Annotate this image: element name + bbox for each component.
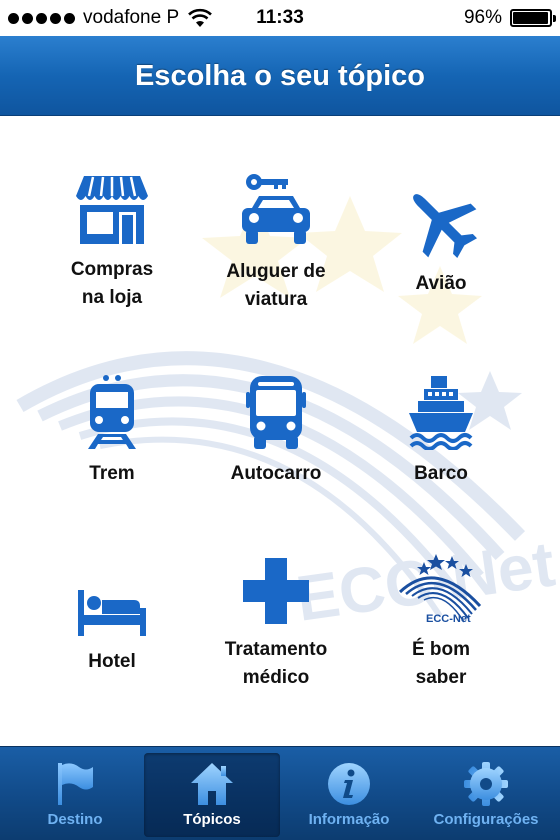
airplane-icon (413, 194, 477, 259)
topic-aluguer[interactable]: Aluguer de viatura (191, 172, 361, 314)
topic-label-bom-saber: É bom saber (411, 639, 471, 688)
tab-topicos[interactable]: Tópicos (144, 753, 280, 837)
shop-icon (76, 176, 148, 244)
topic-aviao[interactable]: Avião (356, 184, 526, 298)
topic-label-aviao: Avião (415, 273, 467, 294)
topic-label-tratamento: Tratamento médico (224, 639, 328, 688)
topic-label-barco: Barco (414, 463, 468, 484)
tab-label-configuracoes: Configurações (433, 811, 539, 828)
battery-percent: 96% (463, 7, 502, 28)
topic-label-compras: Compras na loja (70, 259, 154, 308)
topic-label-hotel: Hotel (88, 651, 136, 672)
bed-icon (78, 590, 146, 636)
topic-tratamento[interactable]: Tratamento médico (191, 556, 361, 692)
car-rental-icon (242, 174, 310, 244)
status-bar: vodafone P 11:33 96% (0, 0, 560, 36)
tab-destino[interactable]: Destino (7, 753, 143, 837)
topic-hotel[interactable]: Hotel (27, 586, 197, 676)
tab-bar: Destino Tópicos Informação Configurações (0, 746, 560, 840)
info-icon (328, 763, 370, 805)
topic-autocarro[interactable]: Autocarro (191, 374, 361, 488)
train-icon (88, 375, 136, 449)
home-icon (191, 763, 233, 805)
topic-label-aluguer: Aluguer de viatura (226, 261, 326, 310)
topic-barco[interactable]: Barco (356, 374, 526, 488)
topics-grid: ECC-Net Compras na loja Aluguer de viatu… (0, 116, 560, 746)
topic-trem[interactable]: Trem (27, 374, 197, 488)
battery-fill (513, 12, 548, 24)
flag-icon (58, 763, 93, 805)
medical-cross-icon (243, 558, 309, 624)
tab-informacao[interactable]: Informação (281, 753, 417, 837)
ecc-net-logo-icon: ECC-Net (398, 554, 482, 625)
topic-compras[interactable]: Compras na loja (27, 174, 197, 312)
topic-label-trem: Trem (89, 463, 135, 484)
page-title: Escolha o seu tópico (134, 60, 426, 92)
status-bar-right: 96% (463, 7, 556, 29)
battery-icon (510, 9, 556, 27)
topic-label-autocarro: Autocarro (230, 463, 322, 484)
tab-label-destino: Destino (47, 811, 103, 828)
navigation-header: Escolha o seu tópico (0, 36, 560, 116)
tab-label-informacao: Informação (308, 811, 390, 828)
svg-text:ECC-Net: ECC-Net (426, 613, 471, 625)
tab-configuracoes[interactable]: Configurações (418, 753, 554, 837)
gear-icon (464, 762, 508, 806)
topic-bom-saber[interactable]: ECC-Net É bom saber (356, 552, 526, 692)
ship-icon (409, 376, 473, 450)
tab-label-topicos: Tópicos (183, 811, 241, 828)
bus-icon (246, 376, 306, 449)
